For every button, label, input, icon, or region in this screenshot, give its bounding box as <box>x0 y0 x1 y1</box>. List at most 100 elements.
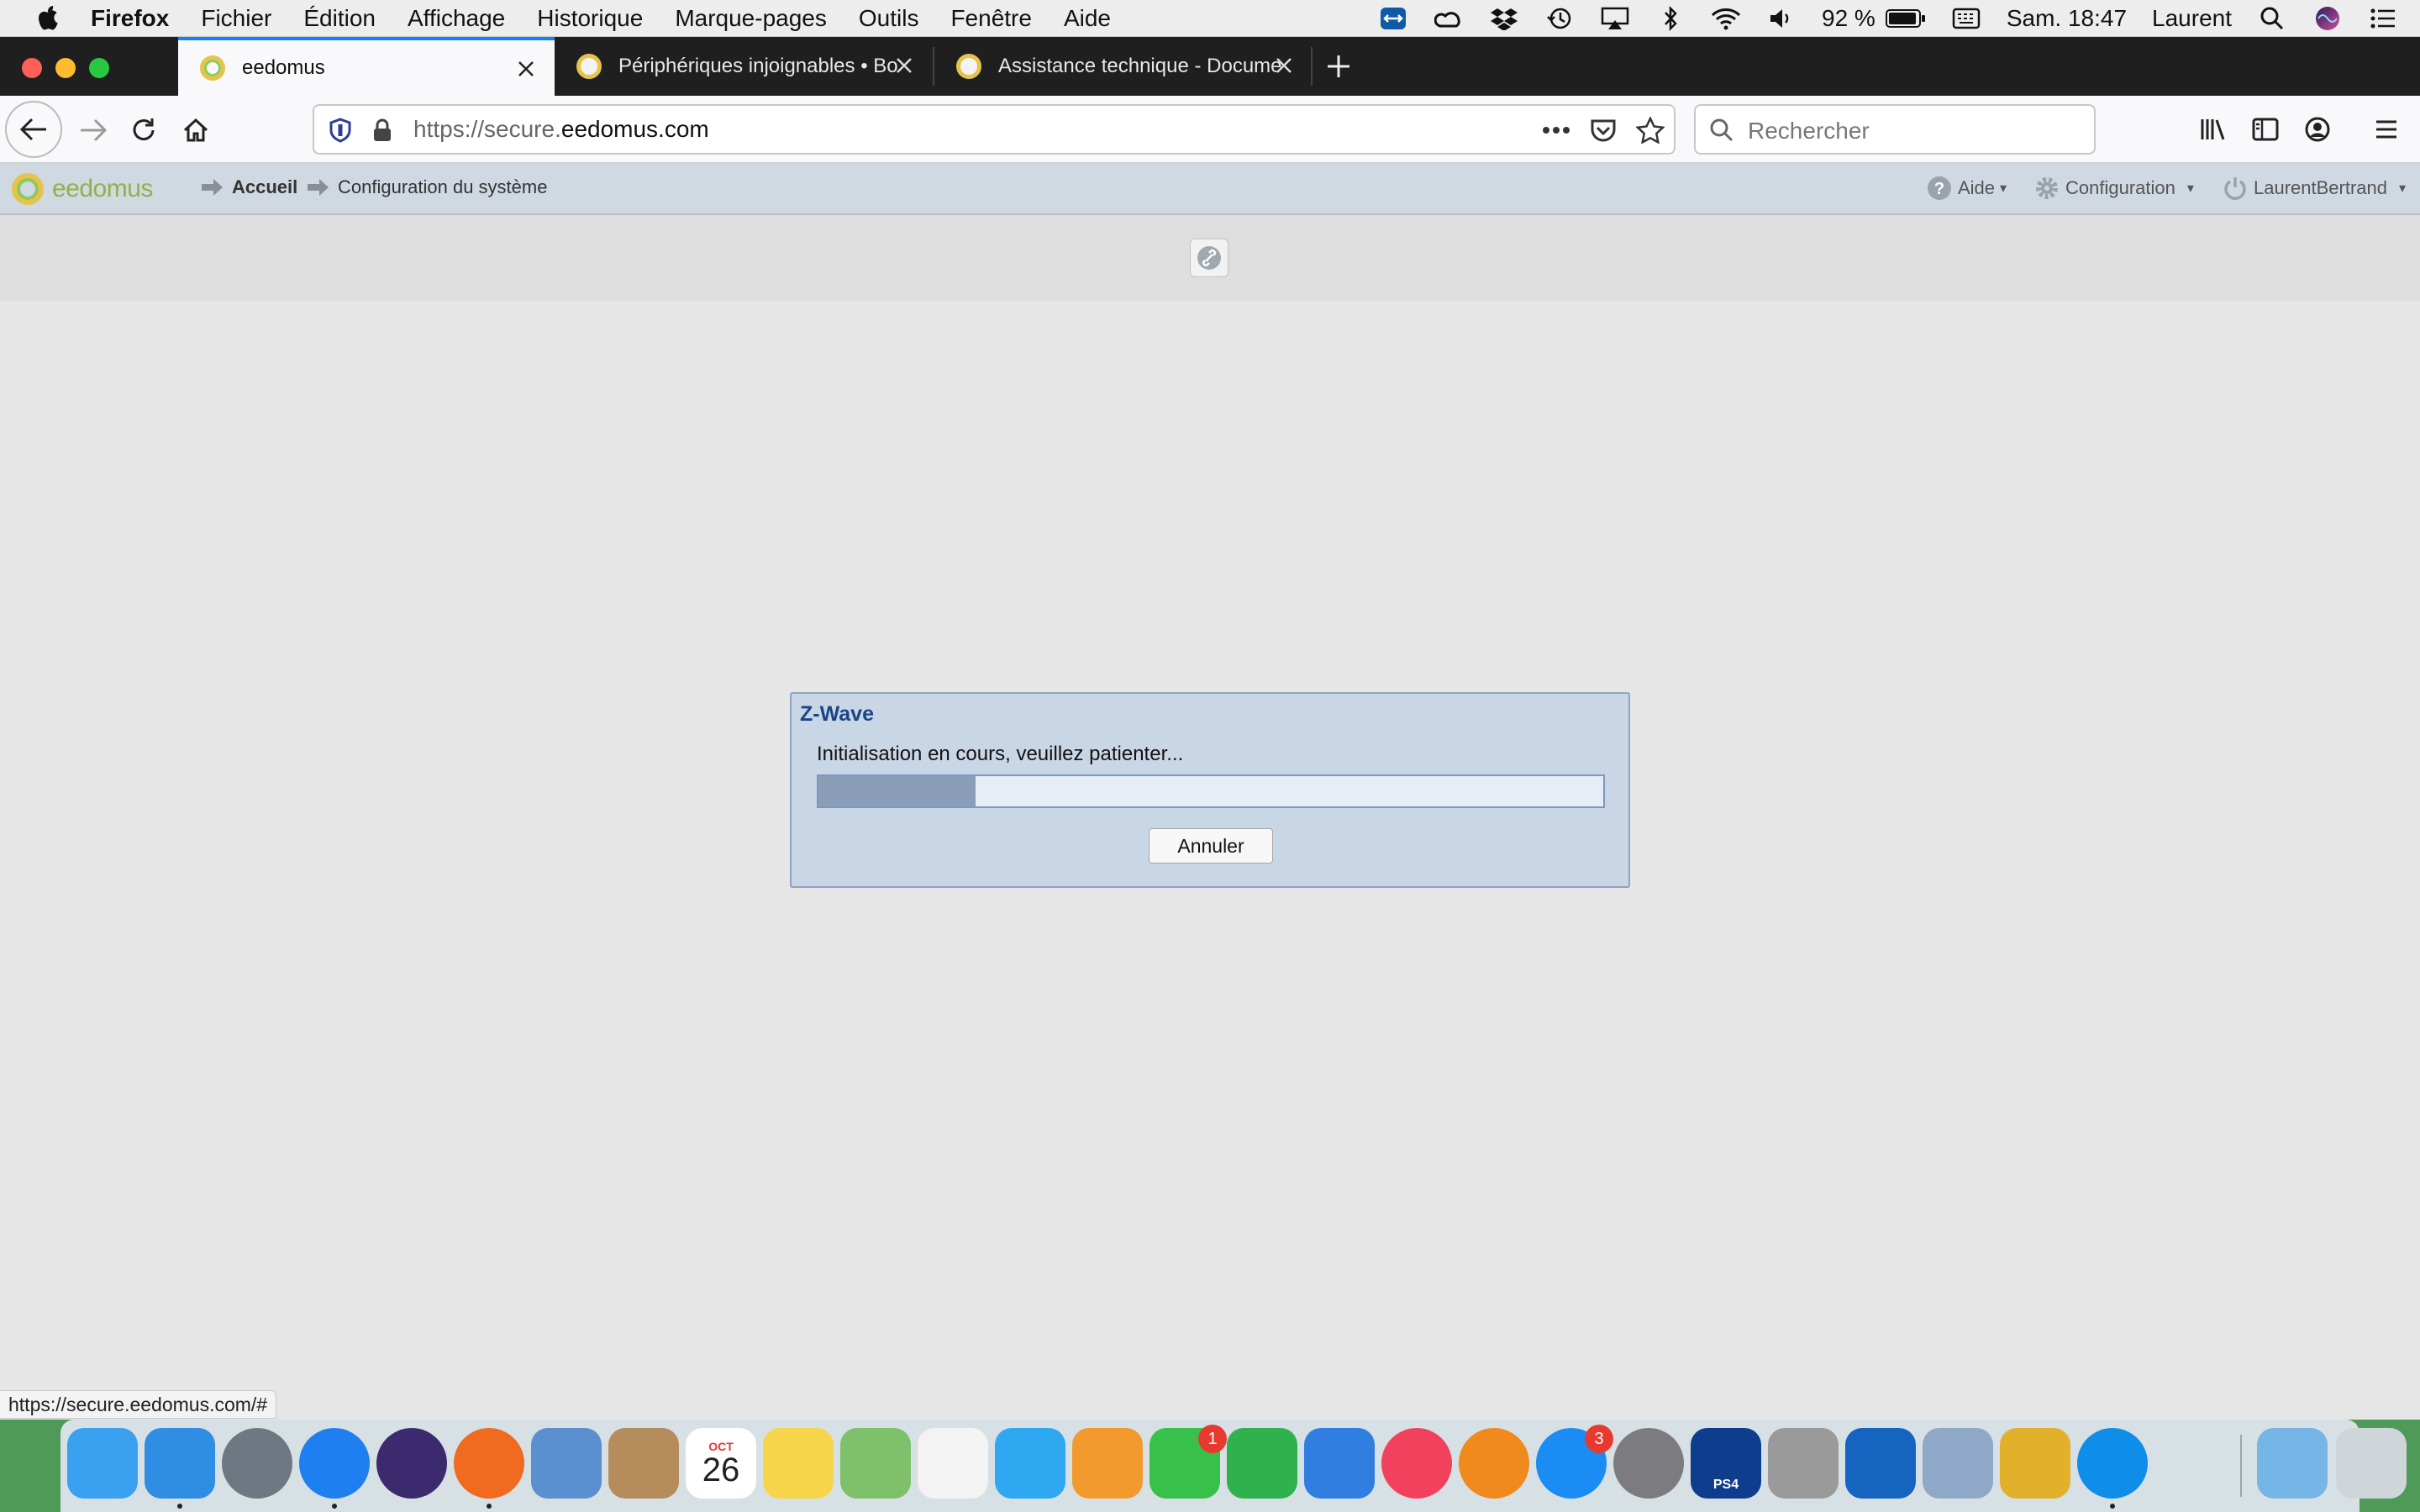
close-tab-icon[interactable] <box>514 57 538 81</box>
tab-peripheriques[interactable]: Périphériques injoignables • Bo <box>555 37 933 96</box>
books-icon-glyph <box>1459 1428 1529 1499</box>
search-placeholder: Rechercher <box>1748 118 1870 144</box>
volume-icon[interactable] <box>1766 6 1797 31</box>
teamviewer-icon[interactable] <box>1378 6 1408 31</box>
menu-historique[interactable]: Historique <box>537 5 643 32</box>
bookmark-star-icon[interactable] <box>1634 114 1667 146</box>
help-label: Aide <box>1958 177 1996 198</box>
contacts-icon[interactable] <box>608 1428 679 1499</box>
eedomus-header: eedomus Accueil Configuration du système… <box>0 163 2420 215</box>
outlook-icon-glyph <box>1845 1428 1916 1499</box>
minimize-window-button[interactable] <box>55 58 76 78</box>
reload-button[interactable] <box>123 109 165 151</box>
music-icon-glyph <box>1381 1428 1452 1499</box>
pages-icon[interactable] <box>1072 1428 1143 1499</box>
app-store-icon[interactable]: 3 <box>1536 1425 1613 1499</box>
tab-eedomus[interactable]: eedomus <box>178 37 555 96</box>
notification-badge: 3 <box>1585 1425 1613 1453</box>
menu-app-firefox[interactable]: Firefox <box>91 5 169 32</box>
maps-icon[interactable] <box>840 1428 911 1499</box>
cancel-button[interactable]: Annuler <box>1149 828 1273 864</box>
library-button[interactable] <box>2193 109 2233 150</box>
messages-app-icon[interactable] <box>67 1428 138 1499</box>
notification-center-icon[interactable] <box>2368 6 2398 31</box>
page-actions-menu-icon[interactable] <box>1539 116 1573 144</box>
menu-fichier[interactable]: Fichier <box>201 5 271 32</box>
close-window-button[interactable] <box>22 58 42 78</box>
time-machine-icon[interactable] <box>1544 6 1575 31</box>
navigation-bar: https://secure.eedomus.com Rechercher <box>0 96 2420 163</box>
music-icon[interactable] <box>1381 1428 1452 1499</box>
search-bar[interactable]: Rechercher <box>1694 104 2096 155</box>
dialog-message: Initialisation en cours, veuillez patien… <box>817 743 1184 765</box>
menu-affichage[interactable]: Affichage <box>408 5 505 32</box>
close-tab-icon[interactable] <box>892 54 916 77</box>
home-button[interactable] <box>175 109 217 151</box>
books-icon[interactable] <box>1459 1428 1529 1499</box>
siri-icon[interactable] <box>2312 6 2343 31</box>
caret-down-icon: ▾ <box>2000 181 2007 196</box>
eedomus-logo[interactable]: eedomus <box>12 173 153 205</box>
utility-app-icon[interactable] <box>1768 1428 1839 1499</box>
tracking-protection-shield-icon[interactable] <box>326 116 355 144</box>
calendar-icon[interactable]: OCT 26 <box>686 1428 756 1499</box>
tab-title: Assistance technique - Docume <box>998 55 1282 77</box>
teamviewer-dock-icon[interactable] <box>2077 1428 2148 1499</box>
sidebar-toggle-button[interactable] <box>2245 109 2286 150</box>
wifi-icon[interactable] <box>1711 6 1741 31</box>
pocket-icon[interactable] <box>1586 114 1620 146</box>
forward-button[interactable] <box>72 109 114 151</box>
zoom-window-button[interactable] <box>89 58 109 78</box>
help-menu[interactable]: ? Aide ▾ <box>1926 175 2007 202</box>
facetime-icon[interactable]: 1 <box>1150 1425 1227 1499</box>
launchpad-icon[interactable] <box>222 1428 292 1499</box>
configuration-menu[interactable]: Configuration ▾ <box>2033 175 2194 202</box>
notes-icon[interactable] <box>763 1428 834 1499</box>
keyboard-icon[interactable] <box>1951 6 1981 31</box>
preview-icon[interactable] <box>1923 1428 1993 1499</box>
padlock-icon[interactable] <box>368 116 397 144</box>
tab-assistance[interactable]: Assistance technique - Docume <box>934 37 1313 96</box>
battery-icon[interactable] <box>1885 6 1926 31</box>
system-preferences-icon[interactable] <box>1613 1428 1684 1499</box>
url-text[interactable]: https://secure.eedomus.com <box>413 116 709 143</box>
database-icon[interactable] <box>2000 1428 2070 1499</box>
hamburger-menu-icon <box>2376 120 2396 139</box>
creative-cloud-icon[interactable] <box>1434 6 1464 31</box>
close-tab-icon[interactable] <box>1272 54 1296 77</box>
menubar-clock[interactable]: Sam. 18:47 <box>2007 5 2127 32</box>
new-tab-button[interactable] <box>1318 45 1360 87</box>
airplay-icon[interactable] <box>1600 6 1630 31</box>
dropbox-icon[interactable] <box>1489 6 1519 31</box>
photos-icon[interactable] <box>918 1428 988 1499</box>
numbers-icon[interactable] <box>1227 1428 1297 1499</box>
url-bar[interactable]: https://secure.eedomus.com <box>313 104 1676 155</box>
messages-icon[interactable] <box>995 1428 1065 1499</box>
user-menu[interactable]: LaurentBertrand ▾ <box>2222 175 2406 202</box>
menu-aide[interactable]: Aide <box>1064 5 1111 32</box>
menu-fenetre[interactable]: Fenêtre <box>950 5 1032 32</box>
siri-app-icon[interactable] <box>376 1428 447 1499</box>
ps4-remote-play-icon[interactable]: PS4 <box>1691 1428 1761 1499</box>
apple-menu-icon[interactable] <box>32 0 66 37</box>
open-menu-button[interactable] <box>2366 109 2407 150</box>
menubar-user[interactable]: Laurent <box>2152 5 2232 32</box>
menu-edition[interactable]: Édition <box>303 5 376 32</box>
downloads-folder-icon[interactable] <box>2257 1428 2328 1499</box>
messages-app-icon-glyph <box>67 1428 138 1499</box>
menu-outils[interactable]: Outils <box>859 5 919 32</box>
finder-icon[interactable] <box>145 1428 215 1499</box>
keynote-icon[interactable] <box>1304 1428 1375 1499</box>
breadcrumb-home[interactable]: Accueil <box>200 176 297 198</box>
firefox-account-button[interactable] <box>2297 109 2338 150</box>
firefox-icon[interactable] <box>454 1428 524 1499</box>
mail-icon[interactable] <box>531 1428 602 1499</box>
safari-icon[interactable] <box>299 1428 370 1499</box>
menu-marque-pages[interactable]: Marque-pages <box>675 5 827 32</box>
bluetooth-icon[interactable] <box>1655 6 1686 31</box>
trash-icon[interactable] <box>2336 1428 2407 1499</box>
back-button[interactable] <box>5 101 62 158</box>
outlook-icon[interactable] <box>1845 1428 1916 1499</box>
spotlight-icon[interactable] <box>2257 6 2287 31</box>
link-button[interactable] <box>1190 239 1228 277</box>
